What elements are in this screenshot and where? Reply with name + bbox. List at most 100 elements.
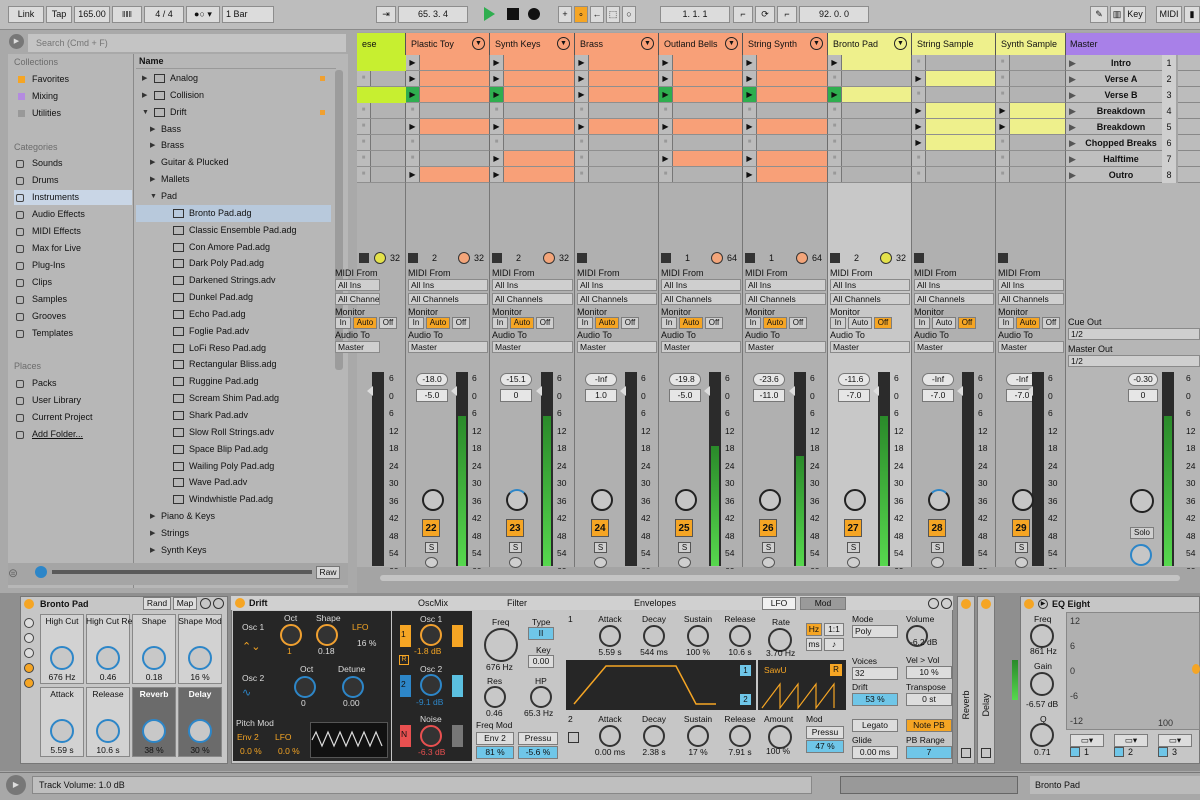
reverb-save-icon[interactable]: [961, 748, 971, 758]
empty-clip-slot[interactable]: ■: [357, 151, 406, 167]
clip[interactable]: ▶: [406, 71, 490, 87]
env2-loop-icon[interactable]: [568, 732, 579, 743]
monitor-in-button[interactable]: In: [577, 317, 593, 329]
empty-clip-slot[interactable]: ■: [996, 71, 1066, 87]
midi-channel-select[interactable]: All Channels: [408, 293, 488, 305]
lfo-wave-select[interactable]: SawU: [764, 665, 787, 675]
disclosure-closed-icon[interactable]: ▶: [150, 154, 155, 171]
clip[interactable]: ▶: [743, 151, 828, 167]
midi-channel-select[interactable]: All Channels: [661, 293, 741, 305]
rack-map-button[interactable]: Map: [173, 597, 197, 610]
category-midi-effects[interactable]: MIDI Effects: [14, 224, 132, 239]
disclosure-closed-icon[interactable]: ▶: [150, 508, 155, 525]
filter-key-field[interactable]: 0.00: [528, 655, 554, 668]
place-current-project[interactable]: Current Project: [14, 410, 132, 425]
volume-fader-handle[interactable]: [620, 386, 626, 396]
browser-item[interactable]: Space Blip Pad.adg: [136, 441, 331, 458]
empty-clip-slot[interactable]: ■: [743, 103, 828, 119]
play-icon[interactable]: [484, 7, 495, 21]
monitor-off-button[interactable]: Off: [958, 317, 976, 329]
volume-fader-handle[interactable]: [957, 386, 963, 396]
disclosure-closed-icon[interactable]: ▶: [150, 121, 155, 138]
volume-fader-handle[interactable]: [1027, 386, 1033, 396]
lfo-note-icon[interactable]: ♪: [824, 638, 844, 651]
midi-channel-select[interactable]: All Channels: [830, 293, 910, 305]
slot-stop-icon[interactable]: ■: [996, 55, 1010, 70]
mode-select[interactable]: Poly: [852, 625, 898, 638]
key-map-button[interactable]: Key: [1124, 6, 1146, 23]
track-fold-icon[interactable]: ▼: [725, 37, 738, 50]
osc1-shape-knob[interactable]: [316, 624, 338, 646]
clip[interactable]: ▶: [659, 87, 743, 103]
volume-fader-handle[interactable]: [451, 386, 457, 396]
clip[interactable]: ▶: [490, 167, 575, 183]
slot-stop-icon[interactable]: ■: [406, 135, 420, 150]
scene-launch-8[interactable]: ▶ Outro 8: [1066, 167, 1176, 183]
midi-from-select[interactable]: All Ins: [492, 279, 573, 291]
track-header-2[interactable]: Plastic Toy ▼: [406, 33, 490, 55]
osc1-oct-knob[interactable]: [280, 624, 302, 646]
clip-launch-icon[interactable]: ▶: [659, 87, 673, 102]
disclosure-closed-icon[interactable]: ▶: [142, 70, 147, 87]
empty-clip-slot[interactable]: ■: [828, 119, 912, 135]
browser-item[interactable]: Con Amore Pad.adg: [136, 239, 331, 256]
macro-knob[interactable]: [96, 646, 120, 670]
clip-drop-area[interactable]: [357, 183, 406, 251]
lfo-hz-button[interactable]: Hz: [806, 623, 822, 636]
clip-launch-icon[interactable]: ▶: [996, 119, 1010, 134]
track-pan-field[interactable]: -5.0: [669, 389, 701, 402]
mix-osc1-knob[interactable]: [420, 624, 442, 646]
midi-from-select[interactable]: All Ins: [830, 279, 910, 291]
clip[interactable]: ▶: [490, 151, 575, 167]
empty-clip-slot[interactable]: ■: [828, 71, 912, 87]
ring-mod-icon[interactable]: R: [399, 655, 409, 665]
clip-launch-icon[interactable]: ▶: [406, 55, 420, 70]
disclosure-closed-icon[interactable]: ▶: [150, 542, 155, 559]
glide-field[interactable]: 0.00 ms: [852, 746, 898, 759]
empty-clip-slot[interactable]: ■: [743, 135, 828, 151]
clip[interactable]: ▶: [743, 119, 828, 135]
track-volume-field[interactable]: -23.6: [753, 373, 785, 386]
clip[interactable]: ▶: [828, 55, 912, 71]
empty-clip-slot[interactable]: ■: [575, 103, 659, 119]
song-position-field[interactable]: 65. 3. 4: [398, 6, 468, 23]
track-volume-field[interactable]: -18.0: [416, 373, 448, 386]
clip[interactable]: ▶: [406, 167, 490, 183]
browser-item[interactable]: Ruggine Pad.adg: [136, 373, 331, 390]
clip-launch-icon[interactable]: ▶: [659, 119, 673, 134]
clip[interactable]: ▶: [575, 87, 659, 103]
category-instruments[interactable]: Instruments: [14, 190, 132, 205]
browser-item[interactable]: ▶ Strings: [136, 525, 331, 542]
audio-to-select[interactable]: Master: [745, 341, 826, 353]
clip[interactable]: ▶: [406, 55, 490, 71]
slot-stop-icon[interactable]: ■: [575, 151, 589, 166]
scene-launch-4[interactable]: ▶ Breakdown 4: [1066, 103, 1176, 119]
eq-band-enable-toggle[interactable]: [1158, 747, 1168, 757]
slot-stop-icon[interactable]: ■: [357, 135, 371, 150]
solo-button[interactable]: S: [425, 542, 438, 553]
audio-to-select[interactable]: Master: [335, 341, 380, 353]
clip-drop-area[interactable]: [912, 183, 996, 251]
midi-channel-select[interactable]: All Channels: [745, 293, 826, 305]
clip-launch-icon[interactable]: ▶: [659, 151, 673, 166]
track-pan-field[interactable]: 1.0: [585, 389, 617, 402]
lfo-mod-source[interactable]: Pressu: [806, 726, 844, 739]
clip-launch-icon[interactable]: ▶: [406, 71, 420, 86]
pan-knob[interactable]: [422, 489, 444, 511]
slot-stop-icon[interactable]: ■: [357, 167, 371, 182]
midi-from-select[interactable]: All Ins: [661, 279, 741, 291]
slot-stop-icon[interactable]: ■: [743, 103, 757, 118]
monitor-off-button[interactable]: Off: [705, 317, 723, 329]
follow-icon[interactable]: ⇥: [376, 6, 396, 23]
track-activator-button[interactable]: 27: [844, 519, 862, 537]
scene-launch-2[interactable]: ▶ Verse A 2: [1066, 71, 1176, 87]
track-pan-field[interactable]: -5.0: [416, 389, 448, 402]
eq-band-enable-toggle[interactable]: [1070, 747, 1080, 757]
device-on-icon[interactable]: [24, 599, 34, 609]
monitor-auto-button[interactable]: Auto: [353, 317, 377, 329]
browser-item[interactable]: ▶ Collision: [136, 87, 331, 104]
solo-button[interactable]: S: [509, 542, 522, 553]
draw-mode-icon[interactable]: ✎: [1090, 6, 1108, 23]
midi-from-select[interactable]: All Ins: [577, 279, 657, 291]
scene-launch-1[interactable]: ▶ Intro 1: [1066, 55, 1176, 71]
